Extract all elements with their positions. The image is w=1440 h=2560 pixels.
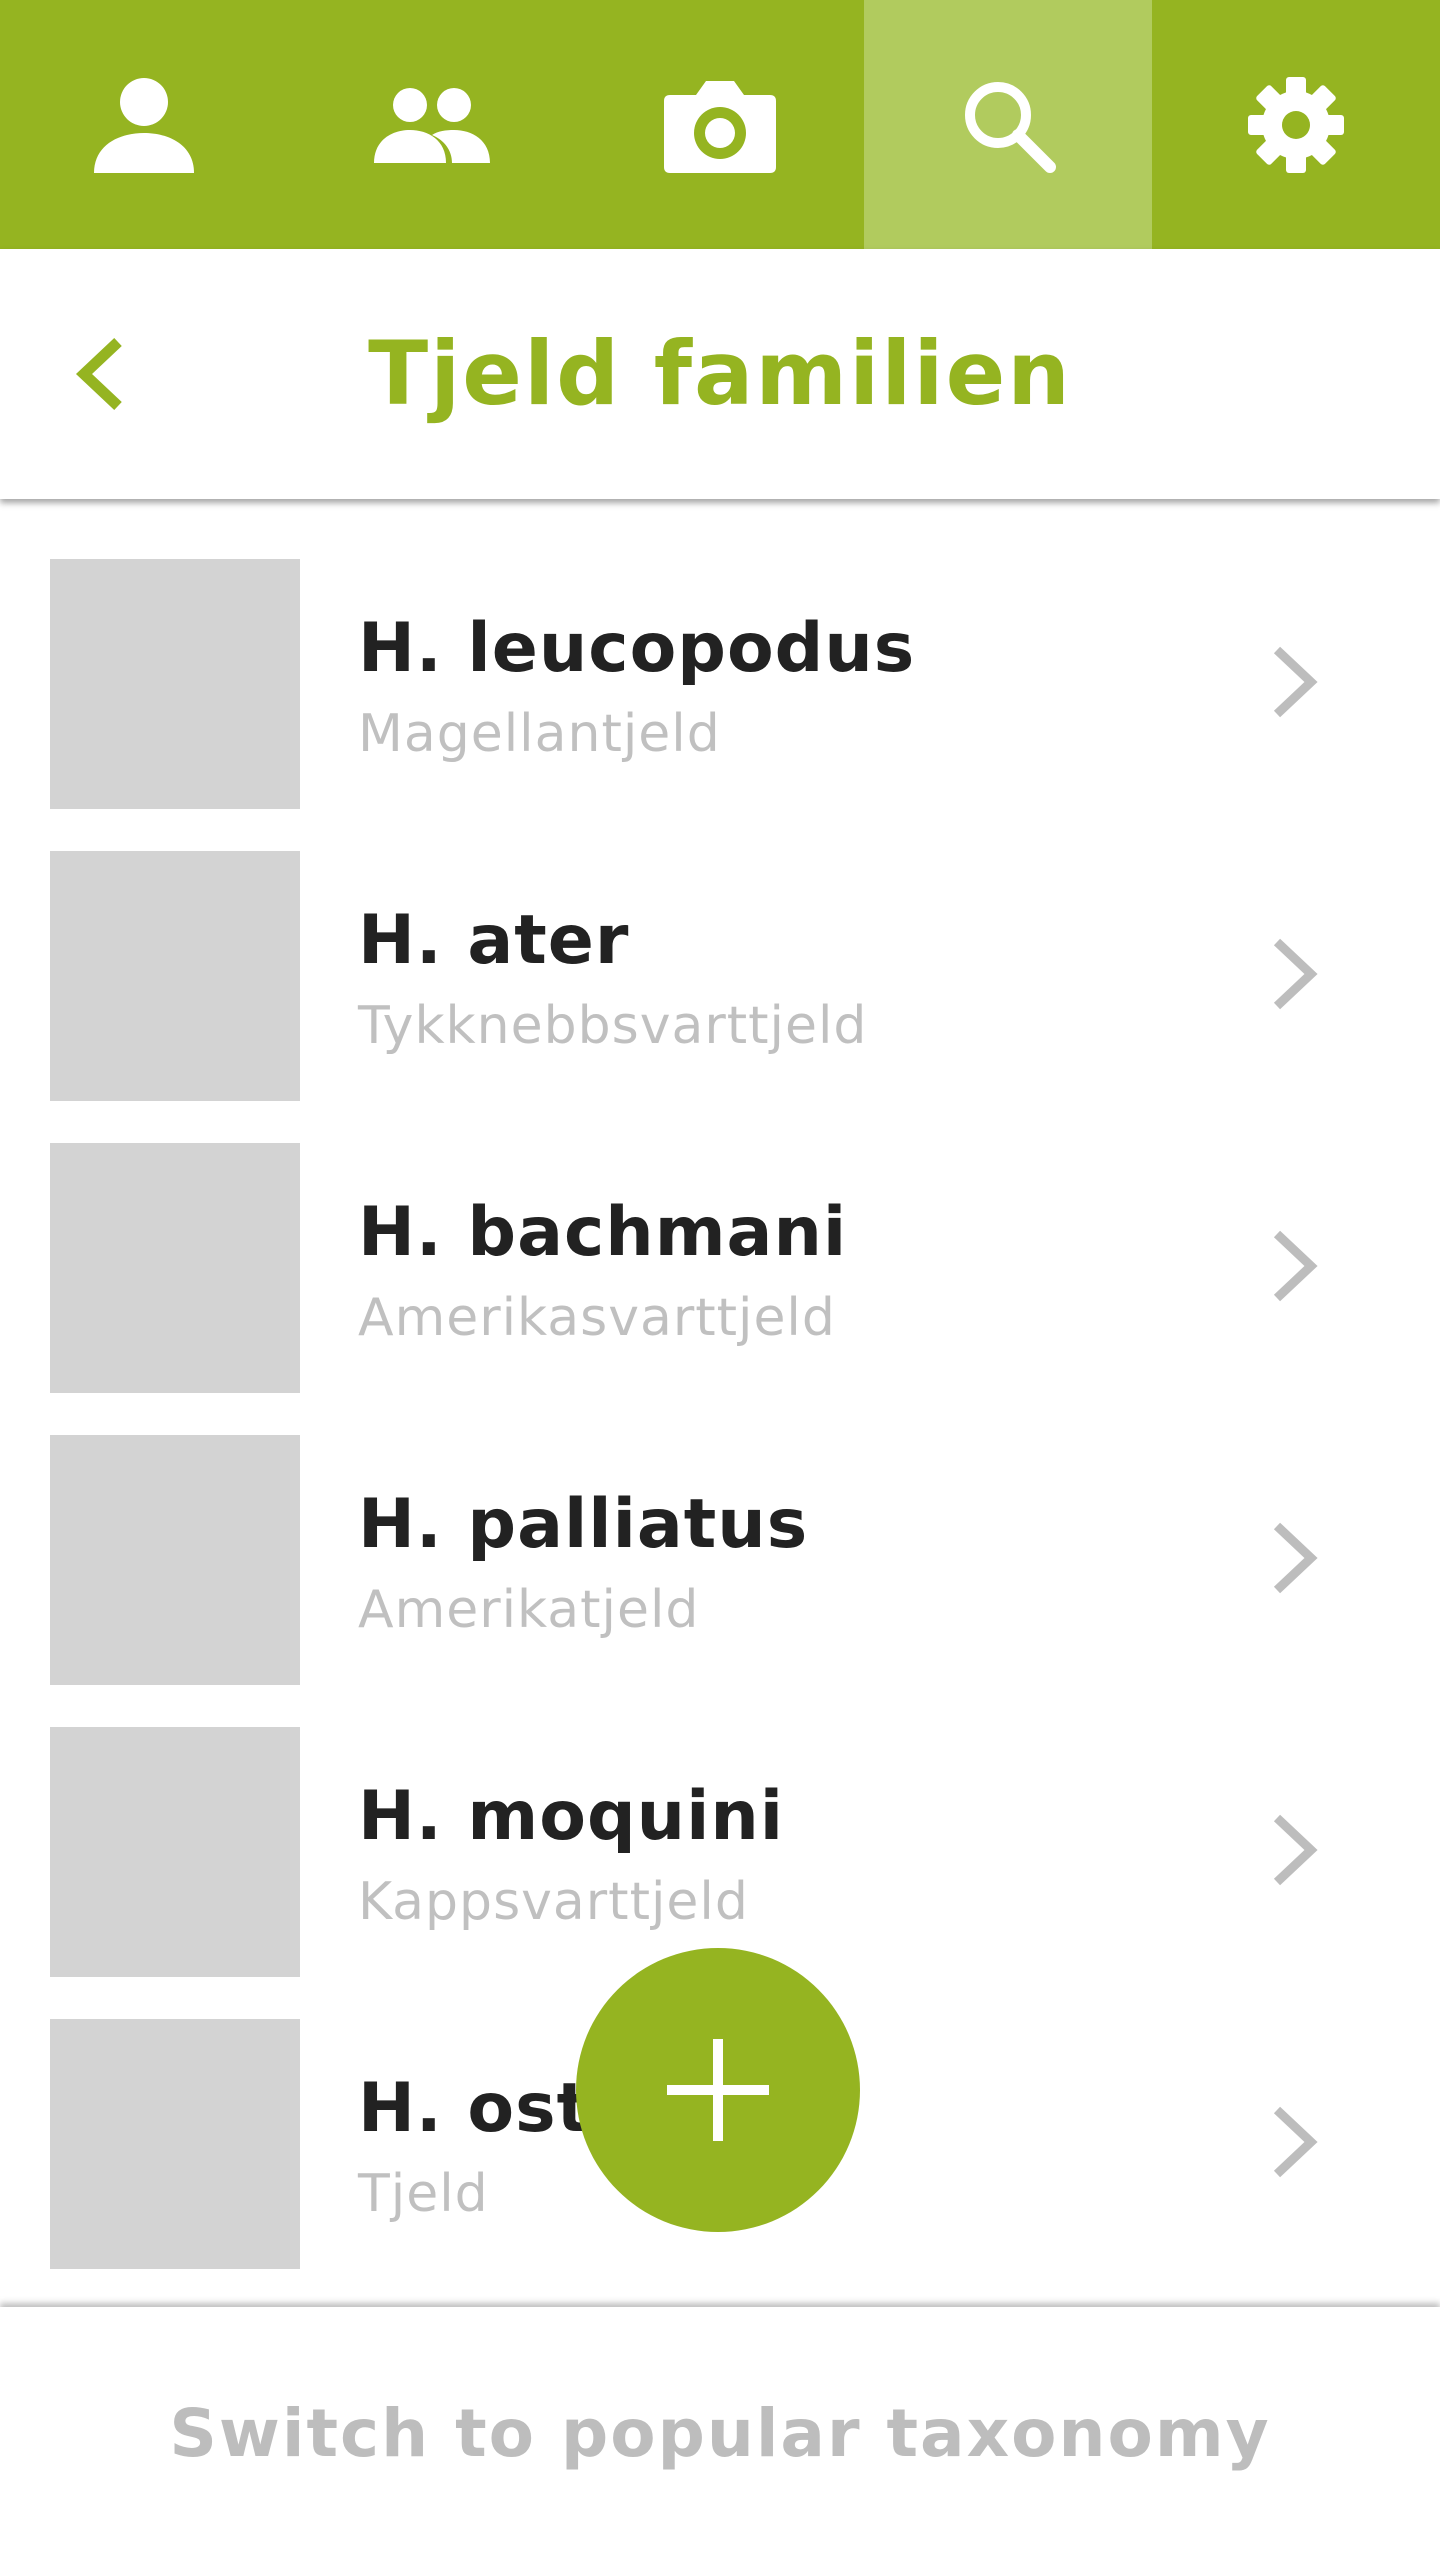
bottom-bar: Switch to popular taxonomy (0, 2307, 1440, 2560)
list-item[interactable]: H. moquini Kappsvarttjeld (0, 1667, 1440, 1977)
tab-search[interactable] (864, 0, 1152, 249)
scientific-name: H. bachmani (358, 1193, 848, 1272)
common-name: Amerikasvarttjeld (358, 1288, 836, 1348)
list-item[interactable]: H. leucopodus Magellantjeld (0, 499, 1440, 809)
chevron-left-icon (75, 337, 122, 411)
species-thumbnail (50, 559, 300, 809)
person-icon (94, 77, 194, 173)
list-item[interactable]: H. ater Tykknebbsvarttjeld (0, 791, 1440, 1101)
species-thumbnail (50, 1435, 300, 1685)
search-icon (965, 81, 1056, 173)
scientific-name: H. palliatus (358, 1485, 809, 1564)
chevron-right-icon (1273, 2106, 1318, 2178)
tab-camera[interactable] (576, 0, 864, 249)
back-button[interactable] (50, 324, 150, 424)
common-name: Amerikatjeld (358, 1580, 700, 1640)
camera-icon (664, 80, 776, 173)
common-name: Magellantjeld (358, 704, 721, 764)
group-icon (374, 87, 490, 163)
gear-icon (1248, 76, 1344, 173)
page-title: Tjeld familien (368, 322, 1072, 425)
page-header: Tjeld familien (0, 249, 1440, 499)
tab-profile[interactable] (0, 0, 288, 249)
chevron-right-icon (1273, 938, 1318, 1010)
top-nav-bar (0, 0, 1440, 249)
species-thumbnail (50, 2019, 300, 2269)
common-name: Kappsvarttjeld (358, 1872, 749, 1932)
tab-friends[interactable] (288, 0, 576, 249)
common-name: Tykknebbsvarttjeld (358, 996, 868, 1056)
chevron-right-icon (1273, 1814, 1318, 1886)
species-thumbnail (50, 1143, 300, 1393)
scientific-name: H. leucopodus (358, 609, 916, 688)
switch-taxonomy-button[interactable]: Switch to popular taxonomy (0, 2307, 1440, 2560)
scientific-name: H. ater (358, 901, 630, 980)
chevron-right-icon (1273, 1230, 1318, 1302)
common-name: Tjeld (358, 2164, 489, 2224)
plus-icon (667, 2039, 769, 2141)
list-item[interactable]: H. palliatus Amerikatjeld (0, 1375, 1440, 1685)
scientific-name: H. moquini (358, 1777, 785, 1856)
tab-settings[interactable] (1152, 0, 1440, 249)
chevron-right-icon (1273, 1522, 1318, 1594)
species-thumbnail (50, 1727, 300, 1977)
species-thumbnail (50, 851, 300, 1101)
chevron-right-icon (1273, 646, 1318, 718)
add-button[interactable] (576, 1948, 860, 2232)
list-item[interactable]: H. bachmani Amerikasvarttjeld (0, 1083, 1440, 1393)
